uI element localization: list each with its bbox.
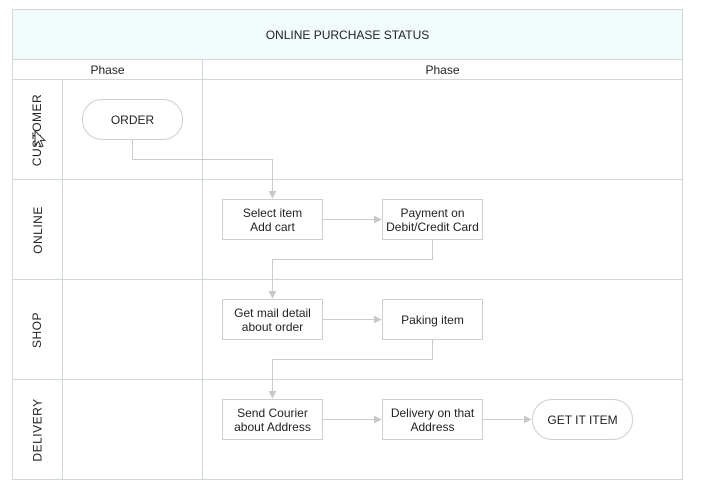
- phase-header-1: Phase: [90, 62, 125, 77]
- lane-label-text: SHOP: [30, 311, 45, 348]
- swimlane-diagram: ONLINE PURCHASE STATUS Phase Phase CUSTO…: [0, 0, 720, 492]
- phase-header-2: Phase: [425, 62, 460, 77]
- connector-payment-to-mail: [268, 239, 433, 299]
- lane-label-text: ONLINE: [30, 205, 45, 254]
- node-delivery-address[interactable]: Delivery on that Address: [382, 399, 483, 440]
- node-send-courier[interactable]: Send Courier about Address: [222, 399, 323, 440]
- node-mail-detail[interactable]: Get mail detail about order: [222, 299, 323, 340]
- mouse-cursor-icon: [34, 130, 47, 148]
- diagram-title: ONLINE PURCHASE STATUS: [265, 27, 430, 42]
- lane-label-delivery: DELIVERY: [13, 380, 62, 479]
- node-paking-item[interactable]: Paking item: [382, 299, 483, 340]
- lane-label-online: ONLINE: [13, 180, 62, 279]
- node-select-item[interactable]: Select item Add cart: [222, 199, 323, 240]
- node-order[interactable]: ORDER: [82, 99, 183, 140]
- lane-label-text: DELIVERY: [30, 397, 45, 462]
- lane-label-shop: SHOP: [13, 280, 62, 379]
- connector-paking-to-courier: [268, 339, 433, 399]
- node-get-it-item[interactable]: GET IT ITEM: [532, 399, 633, 440]
- node-payment[interactable]: Payment on Debit/Credit Card: [382, 199, 483, 240]
